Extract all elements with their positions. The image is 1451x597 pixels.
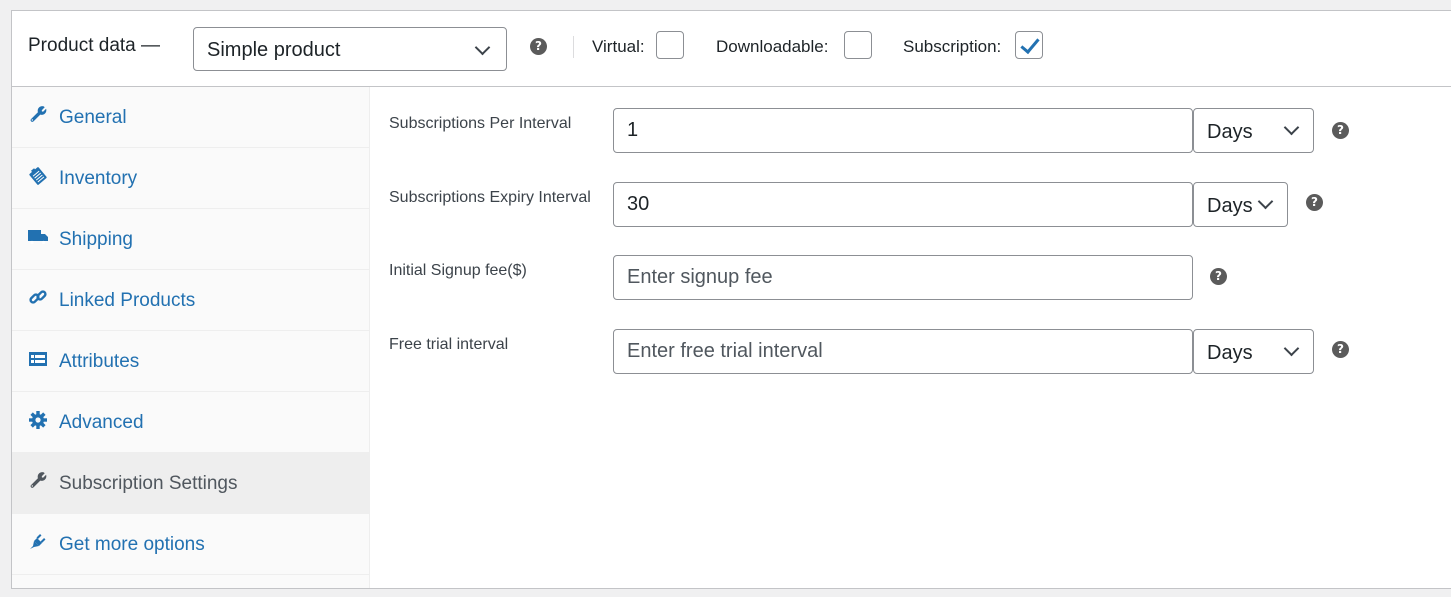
tab-label: Get more options — [59, 534, 205, 555]
tab-label: Subscription Settings — [59, 473, 238, 494]
subscription-settings-panel: Subscriptions Per Interval Days ? Subscr… — [370, 87, 1451, 588]
subscriptions-per-interval-unit-select[interactable]: Days — [1193, 108, 1314, 153]
tab-label: General — [59, 107, 127, 128]
tab-label: Advanced — [59, 412, 144, 433]
field-free-trial-interval: Free trial interval Days ? — [370, 329, 1451, 375]
panel-title: Product data — — [28, 35, 161, 56]
tab-advanced[interactable]: Advanced — [12, 392, 369, 453]
help-icon[interactable]: ? — [1306, 194, 1323, 211]
truck-icon — [28, 230, 48, 245]
tab-subscription-settings[interactable]: Subscription Settings — [12, 453, 369, 514]
subscription-checkbox[interactable] — [1015, 31, 1043, 59]
chevron-down-icon — [1257, 193, 1274, 210]
help-icon[interactable]: ? — [1332, 122, 1349, 139]
product-data-header: Product data — Simple product ? Virtual:… — [12, 11, 1451, 87]
help-icon[interactable]: ? — [1210, 268, 1227, 285]
tab-general[interactable]: General — [12, 87, 369, 148]
subscriptions-per-interval-input[interactable] — [613, 108, 1193, 153]
free-trial-interval-input[interactable] — [613, 329, 1193, 374]
unit-value: Days — [1207, 121, 1253, 143]
link-icon — [29, 290, 47, 304]
unit-value: Days — [1207, 195, 1253, 217]
field-label: Subscriptions Per Interval — [389, 115, 572, 132]
tab-label: Attributes — [59, 351, 140, 372]
wrench-icon — [30, 472, 47, 488]
subscriptions-expiry-interval-unit-select[interactable]: Days — [1193, 182, 1288, 227]
tab-attributes[interactable]: Attributes — [12, 331, 369, 392]
product-data-panel: Product data — Simple product ? Virtual:… — [11, 10, 1451, 589]
field-initial-signup-fee: Initial Signup fee($) ? — [370, 255, 1451, 301]
divider — [573, 36, 574, 58]
chevron-down-icon — [1283, 340, 1300, 357]
tab-label: Shipping — [59, 229, 133, 250]
subscription-label: Subscription: — [903, 37, 1002, 56]
tab-label: Linked Products — [59, 290, 196, 311]
subscriptions-expiry-interval-input[interactable] — [613, 182, 1193, 227]
tab-linked-products[interactable]: Linked Products — [12, 270, 369, 331]
tab-label: Inventory — [59, 168, 138, 189]
chevron-down-icon — [1283, 119, 1300, 136]
field-label: Free trial interval — [389, 336, 509, 353]
field-subscriptions-per-interval: Subscriptions Per Interval Days ? — [370, 108, 1451, 154]
downloadable-checkbox[interactable] — [844, 31, 872, 59]
wrench-icon — [30, 106, 47, 122]
tab-shipping[interactable]: Shipping — [12, 209, 369, 270]
downloadable-label: Downloadable: — [716, 37, 829, 56]
product-type-value: Simple product — [207, 39, 341, 61]
tab-inventory[interactable]: Inventory — [12, 148, 369, 209]
tab-get-more-options[interactable]: Get more options — [12, 514, 369, 575]
product-type-select[interactable]: Simple product — [193, 27, 507, 71]
checkmark-icon — [1020, 33, 1040, 55]
chevron-down-icon — [474, 39, 491, 56]
field-label: Subscriptions Expiry Interval — [389, 189, 591, 206]
help-icon[interactable]: ? — [1332, 341, 1349, 358]
field-label: Initial Signup fee($) — [389, 262, 527, 279]
product-data-tabs: General Inventory Shipping Linked Produc… — [12, 87, 370, 588]
list-table-icon — [29, 352, 47, 366]
free-trial-interval-unit-select[interactable]: Days — [1193, 329, 1314, 374]
help-icon[interactable]: ? — [530, 38, 547, 55]
initial-signup-fee-input[interactable] — [613, 255, 1193, 300]
unit-value: Days — [1207, 342, 1253, 364]
virtual-label: Virtual: — [592, 37, 645, 56]
virtual-checkbox[interactable] — [656, 31, 684, 59]
plug-icon — [30, 534, 46, 549]
gear-icon — [29, 411, 47, 429]
field-subscriptions-expiry-interval: Subscriptions Expiry Interval Days ? — [370, 182, 1451, 228]
clipboard-tag-icon — [29, 167, 47, 185]
